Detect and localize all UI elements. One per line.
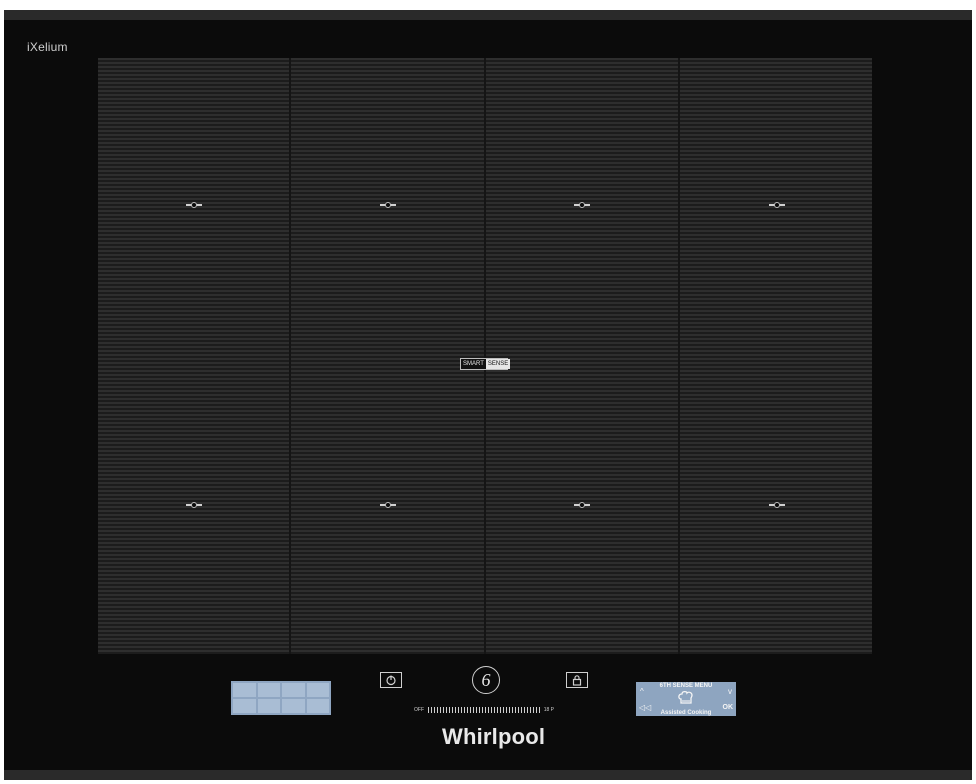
- lock-icon: [572, 675, 582, 686]
- zone-marker-top-2: [380, 202, 396, 208]
- sixth-sense-button[interactable]: 6: [472, 666, 500, 694]
- bottom-frame-band: [4, 770, 972, 780]
- zone-selection-grid[interactable]: [231, 681, 331, 715]
- zone-marker-bottom-4: [769, 502, 785, 508]
- slider-min-label: OFF: [414, 707, 424, 713]
- zone-divider-2: [484, 58, 486, 654]
- zone-cell[interactable]: [257, 699, 280, 713]
- sixth-sense-icon: 6: [481, 669, 491, 690]
- zone-cell[interactable]: [233, 699, 256, 713]
- smart-sense-right: SENSE: [485, 359, 511, 369]
- whirlpool-logo: Whirlpool: [442, 724, 546, 749]
- zone-divider-3: [678, 58, 680, 654]
- display-title: 6TH SENSE MENU: [659, 683, 713, 689]
- lock-button[interactable]: [566, 672, 588, 688]
- chef-hat-icon: [678, 690, 693, 704]
- zone-cell[interactable]: [282, 683, 305, 697]
- zone-marker-bottom-1: [186, 502, 202, 508]
- cooking-surface[interactable]: SMART SENSE: [98, 58, 872, 654]
- zone-marker-top-1: [186, 202, 202, 208]
- display-up-icon[interactable]: ^: [640, 688, 644, 696]
- zone-marker-bottom-2: [380, 502, 396, 508]
- smart-sense-left: SMART: [461, 359, 486, 369]
- slider-max-label: 18 P: [543, 707, 554, 713]
- power-icon: [386, 675, 396, 686]
- induction-hob: iXelium SMART SENSE 6 OFF 18 P 6TH SENSE…: [4, 10, 972, 780]
- zone-cell[interactable]: [306, 683, 329, 697]
- zone-cell[interactable]: [282, 699, 305, 713]
- zone-marker-top-3: [574, 202, 590, 208]
- zone-cell[interactable]: [257, 683, 280, 697]
- sixth-sense-display[interactable]: 6TH SENSE MENU ^ v ◁◁ OK Assisted Cookin…: [636, 682, 736, 716]
- zone-cell[interactable]: [306, 699, 329, 713]
- zone-marker-top-4: [769, 202, 785, 208]
- top-frame-band: [4, 10, 972, 20]
- zone-cell[interactable]: [233, 683, 256, 697]
- power-button[interactable]: [380, 672, 402, 688]
- slider-track[interactable]: [428, 707, 540, 713]
- display-subtitle: Assisted Cooking: [660, 710, 712, 716]
- display-down-icon[interactable]: v: [728, 688, 732, 696]
- power-level-slider[interactable]: OFF 18 P: [414, 705, 554, 715]
- zone-divider-1: [289, 58, 291, 654]
- smart-sense-badge: SMART SENSE: [460, 358, 511, 370]
- zone-marker-bottom-3: [574, 502, 590, 508]
- ixelium-logo: iXelium: [27, 40, 68, 54]
